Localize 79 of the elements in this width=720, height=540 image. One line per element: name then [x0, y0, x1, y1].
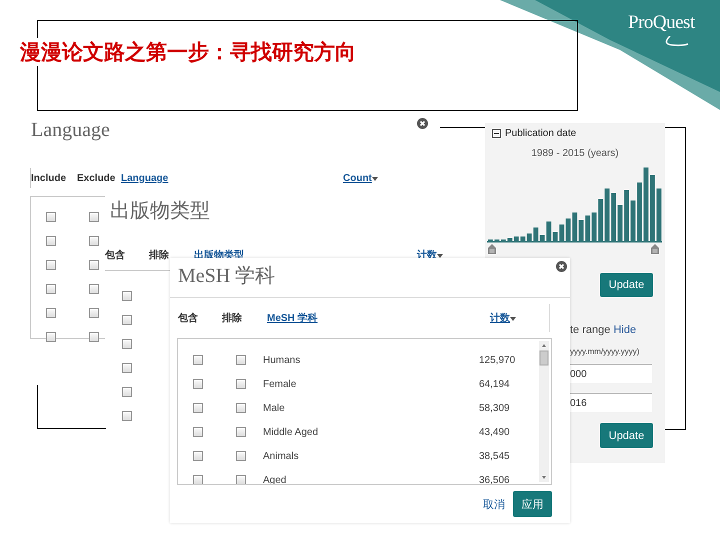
checkbox[interactable] [46, 260, 56, 270]
count-value: 36,506 [479, 474, 510, 484]
checkbox[interactable] [89, 260, 99, 270]
histogram-bar [656, 188, 662, 241]
column-header: Exclude [77, 172, 116, 184]
checkbox[interactable] [193, 379, 203, 389]
panel-heading: MeSH 学科 [178, 264, 276, 289]
checkbox[interactable] [122, 291, 132, 301]
term-label: Female [263, 378, 298, 390]
checkbox[interactable] [236, 355, 246, 365]
scrollbar[interactable] [539, 341, 549, 482]
column-header: 排除 [222, 312, 243, 325]
checkbox[interactable] [193, 451, 203, 461]
cancel-link[interactable]: 取消 [483, 496, 505, 512]
checkbox[interactable] [122, 363, 132, 373]
checkbox[interactable] [236, 427, 246, 437]
range-label: te range Hide [570, 324, 638, 336]
apply-button[interactable]: 应用 [513, 491, 552, 517]
slide-title: 漫漫论文路之第一步：寻找研究方向 [20, 38, 356, 66]
histogram-bar [650, 175, 655, 241]
checkbox[interactable] [89, 284, 99, 294]
count-value: 125,970 [479, 354, 516, 366]
column-header: 排除 [149, 248, 170, 262]
count-value: 64,194 [479, 378, 510, 390]
checkbox[interactable] [193, 427, 203, 437]
checkbox[interactable] [193, 355, 203, 365]
term-label: Male [263, 402, 286, 414]
checkbox[interactable] [122, 315, 132, 325]
term-label: Humans [263, 354, 302, 366]
term-label: Middle Aged [263, 426, 320, 438]
checkbox[interactable] [89, 308, 99, 318]
count-value: 43,490 [479, 426, 510, 438]
column-header: Include [31, 172, 68, 184]
checkbox[interactable] [89, 332, 99, 342]
sort-link[interactable]: Language [121, 172, 168, 184]
column-header: 包含 [105, 248, 126, 262]
date-field[interactable]: 000 [570, 364, 652, 383]
logo: ProQuest [628, 12, 695, 34]
checkbox[interactable] [122, 339, 132, 349]
range-label: 1989 - 2015 (years) [531, 148, 619, 159]
checkbox[interactable] [46, 308, 56, 318]
checkbox[interactable] [236, 379, 246, 389]
column-header: 包含 [178, 312, 199, 325]
close-icon[interactable] [556, 261, 567, 272]
count-value: 38,545 [479, 450, 510, 462]
caret-icon [372, 176, 378, 180]
close-icon[interactable] [417, 118, 428, 129]
slider-handle[interactable] [488, 244, 496, 254]
date-field[interactable]: 016 [570, 393, 652, 412]
checkbox[interactable] [122, 411, 132, 421]
histogram-bar [630, 200, 636, 241]
histogram-bar [624, 190, 629, 241]
caret-icon [510, 317, 516, 321]
checkbox[interactable] [46, 284, 56, 294]
section-title: Publication date [505, 128, 576, 139]
update-button[interactable]: Update [600, 273, 653, 297]
update-button[interactable]: Update [600, 423, 653, 448]
panel-heading: 出版物类型 [110, 199, 210, 224]
format-hint: yyyy.mm/yyyy.yyyy) [570, 347, 640, 356]
histogram-bar [637, 182, 642, 241]
checkbox[interactable] [236, 451, 246, 461]
term-label: Animals [263, 450, 300, 462]
sort-link[interactable]: MeSH 学科 [267, 311, 318, 325]
sort-link[interactable]: Count [343, 172, 372, 184]
checkbox[interactable] [89, 212, 99, 222]
checkbox[interactable] [46, 332, 56, 342]
panel-heading: Language [31, 119, 110, 142]
collapse-icon[interactable] [492, 129, 501, 138]
slider-handle[interactable] [651, 244, 659, 254]
count-value: 58,309 [479, 402, 510, 414]
checkbox[interactable] [236, 475, 246, 484]
sort-link[interactable]: 计数 [490, 311, 510, 325]
checkbox[interactable] [236, 403, 246, 413]
checkbox[interactable] [122, 387, 132, 397]
checkbox[interactable] [89, 236, 99, 246]
checkbox[interactable] [193, 475, 203, 484]
checkbox[interactable] [46, 236, 56, 246]
checkbox[interactable] [46, 212, 56, 222]
checkbox[interactable] [193, 403, 203, 413]
